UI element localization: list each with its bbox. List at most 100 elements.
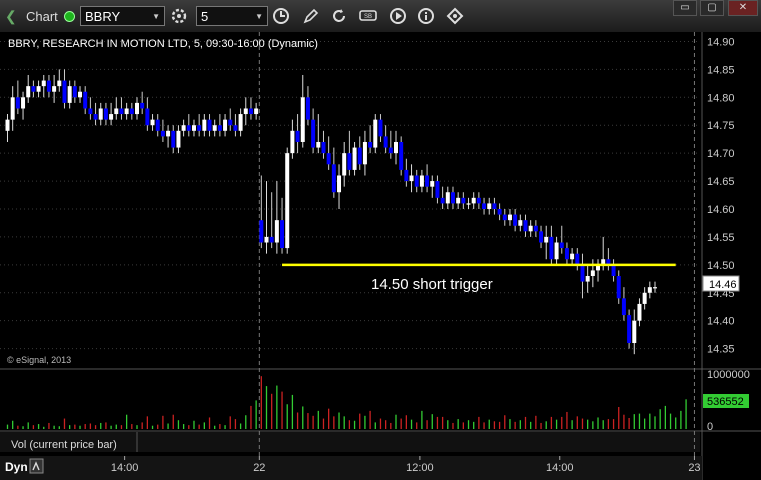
candle-body xyxy=(518,220,523,226)
candle-body xyxy=(10,97,15,120)
candle-body xyxy=(238,114,243,131)
candle-body xyxy=(331,164,336,193)
candle-body xyxy=(228,119,233,126)
candle-body xyxy=(637,303,642,321)
candle-body xyxy=(425,175,430,187)
candle-body xyxy=(326,153,331,165)
play-icon[interactable] xyxy=(388,6,408,26)
candle-body xyxy=(456,197,461,204)
last-price-marker: 14.46 xyxy=(702,275,740,292)
chevron-left-icon[interactable]: ❮ xyxy=(5,6,17,26)
svg-text:SB: SB xyxy=(364,14,372,20)
candle-body xyxy=(171,130,176,148)
candle-body xyxy=(295,130,300,142)
candle-body xyxy=(450,192,455,204)
candle-body xyxy=(342,153,347,176)
candle-body xyxy=(621,298,626,316)
candle-body xyxy=(507,214,512,221)
candle-body xyxy=(135,102,139,115)
candle-body xyxy=(580,264,585,282)
candle-body xyxy=(533,225,538,232)
candle-body xyxy=(31,86,36,92)
interval-input[interactable]: 5 ▼ xyxy=(196,6,268,26)
settings-gear-icon[interactable] xyxy=(169,6,189,26)
candle-body xyxy=(544,236,549,243)
candle-body xyxy=(223,119,228,131)
price-tick-label: 14.40 xyxy=(707,316,735,328)
candle-body xyxy=(191,125,196,131)
candle-body xyxy=(409,175,414,182)
candle-body xyxy=(642,292,647,304)
candle-body xyxy=(435,181,440,198)
price-tick-label: 14.35 xyxy=(707,344,735,356)
candle-body xyxy=(305,97,310,120)
candle-body xyxy=(482,203,487,209)
candle-body xyxy=(274,220,279,243)
candle-body xyxy=(93,114,98,120)
price-tick-label: 14.75 xyxy=(707,120,735,132)
info-icon[interactable] xyxy=(416,6,436,26)
chart-toolbar: ❮ Chart BBRY ▼ 5 ▼ SB ▭ ▢ ✕ xyxy=(0,0,761,33)
candle-body xyxy=(52,86,57,92)
symbol-input[interactable]: BBRY ▼ xyxy=(80,6,165,26)
time-tick-label: 23 xyxy=(688,462,700,474)
time-tick-label: 22 xyxy=(253,462,265,474)
candle-body xyxy=(487,203,492,209)
candle-body xyxy=(492,203,497,209)
candle-body xyxy=(316,141,321,148)
candle-body xyxy=(36,86,41,92)
dynamic-mode-label: Dyn xyxy=(5,460,28,474)
candle-body xyxy=(83,91,88,109)
candle-body xyxy=(119,108,124,115)
candle-body xyxy=(559,242,564,249)
candle-body xyxy=(88,108,93,115)
price-tick-label: 14.70 xyxy=(707,148,735,160)
candle-body xyxy=(46,80,51,92)
candle-body xyxy=(78,91,83,98)
candle-body xyxy=(347,153,352,170)
candle-body xyxy=(176,130,181,148)
candle-body xyxy=(399,141,404,170)
study-icon[interactable]: SB xyxy=(358,6,378,26)
chart-title: BBRY, RESEARCH IN MOTION LTD, 5, 09:30-1… xyxy=(8,38,318,50)
candle-body xyxy=(388,147,393,154)
candle-body xyxy=(440,197,445,204)
candle-body xyxy=(290,130,295,154)
candle-body xyxy=(419,175,424,187)
candle-body xyxy=(197,125,202,131)
candle-body xyxy=(476,197,481,204)
interval-dropdown-icon[interactable]: ▼ xyxy=(255,12,263,21)
refresh-icon[interactable] xyxy=(329,6,349,26)
candle-body xyxy=(461,197,466,204)
price-chart[interactable]: 14.50 short trigger 14.90 14.85 14.80 14.75… xyxy=(0,32,761,480)
short-trigger-label: 14.50 short trigger xyxy=(371,276,493,293)
interval-value: 5 xyxy=(201,8,209,24)
candle-body xyxy=(129,108,134,115)
symbol-dropdown-icon[interactable]: ▼ xyxy=(152,12,160,21)
candle-body xyxy=(368,141,373,148)
candle-body xyxy=(513,214,518,226)
candle-body xyxy=(352,147,357,170)
candle-body xyxy=(445,192,450,204)
candle-body xyxy=(528,225,533,232)
candle-body xyxy=(145,108,150,126)
clock-icon[interactable] xyxy=(271,6,291,26)
candle-body xyxy=(653,287,657,289)
candle-body xyxy=(585,276,590,282)
drawing-tools-icon[interactable] xyxy=(445,6,465,26)
candle-body xyxy=(554,242,559,260)
pencil-icon[interactable] xyxy=(301,6,321,26)
candle-body xyxy=(160,130,165,137)
price-tick-label: 14.80 xyxy=(707,92,735,104)
link-dot-icon[interactable] xyxy=(64,11,75,22)
candle-body xyxy=(337,175,342,193)
chart-background xyxy=(0,32,761,480)
scale-toggle-icon[interactable] xyxy=(29,458,44,474)
volume-study-label: Vol (current price bar) xyxy=(11,439,117,451)
window-minimize-icon[interactable]: ▢ xyxy=(700,0,724,16)
candle-body xyxy=(497,208,502,215)
close-icon[interactable]: ✕ xyxy=(728,0,758,16)
candle-body xyxy=(243,108,248,115)
restore-icon[interactable]: ▭ xyxy=(673,0,697,16)
candle-body xyxy=(466,203,471,205)
